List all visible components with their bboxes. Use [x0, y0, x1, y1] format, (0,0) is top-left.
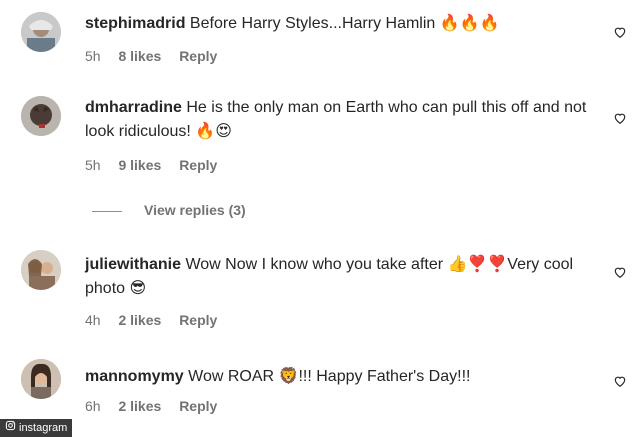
- comment-username[interactable]: mannomymy: [85, 368, 184, 385]
- comment-text: Wow ROAR 🦁!!! Happy Father's Day!!!: [188, 368, 471, 385]
- reply-button[interactable]: Reply: [179, 312, 217, 328]
- avatar[interactable]: [21, 96, 61, 136]
- watermark-label: instagram: [19, 422, 68, 434]
- camera-icon: [5, 419, 16, 437]
- reply-button[interactable]: Reply: [179, 398, 217, 414]
- comment-username[interactable]: stephimadrid: [85, 15, 185, 32]
- comment-likes[interactable]: 2 likes: [118, 398, 161, 414]
- comment-time: 4h: [85, 312, 101, 328]
- comment-username[interactable]: dmharradine: [85, 99, 182, 116]
- avatar[interactable]: [21, 12, 61, 52]
- divider: [92, 210, 122, 212]
- avatar[interactable]: [21, 359, 61, 399]
- comment-likes[interactable]: 2 likes: [118, 312, 161, 328]
- comment-time: 5h: [85, 157, 101, 173]
- avatar[interactable]: [21, 250, 61, 290]
- comment-username[interactable]: juliewithanie: [85, 256, 181, 273]
- view-replies-link[interactable]: View replies (3): [92, 202, 246, 218]
- heart-outline-icon[interactable]: [613, 111, 627, 125]
- comment-likes[interactable]: 9 likes: [118, 157, 161, 173]
- instagram-watermark: instagram: [0, 419, 73, 437]
- view-replies-label[interactable]: View replies (3): [144, 202, 246, 218]
- reply-button[interactable]: Reply: [179, 48, 217, 64]
- heart-outline-icon[interactable]: [613, 25, 627, 39]
- heart-outline-icon[interactable]: [613, 374, 627, 388]
- comment-likes[interactable]: 8 likes: [118, 48, 161, 64]
- reply-button[interactable]: Reply: [179, 157, 217, 173]
- comment-time: 5h: [85, 48, 101, 64]
- comment-text: Before Harry Styles...Harry Hamlin 🔥🔥🔥: [189, 15, 500, 32]
- heart-outline-icon[interactable]: [613, 265, 627, 279]
- comment-time: 6h: [85, 398, 101, 414]
